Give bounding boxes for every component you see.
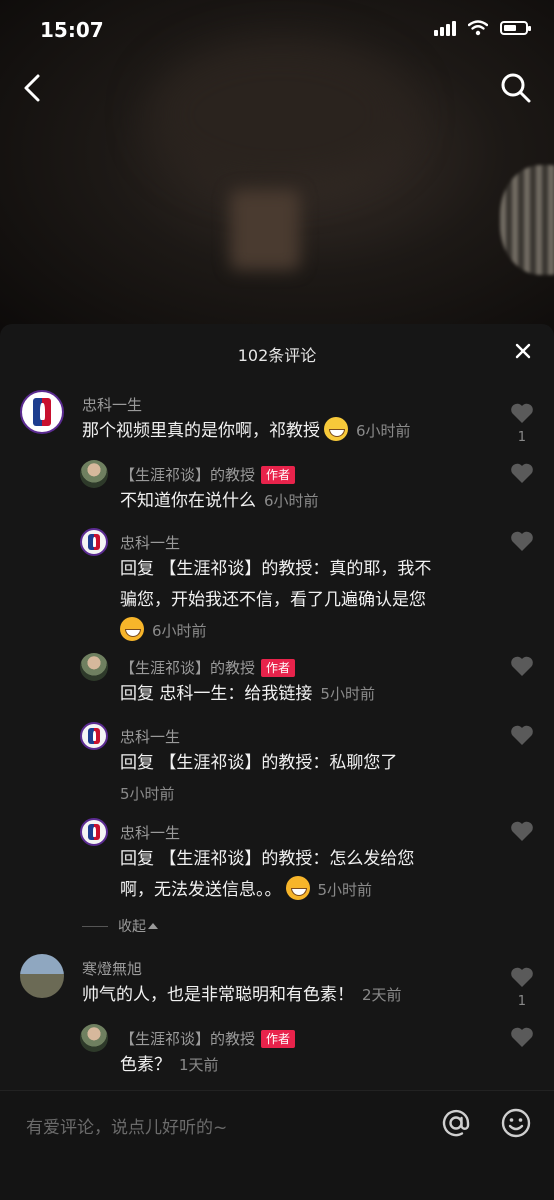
like-count: 1 <box>517 994 526 1009</box>
comment-body-line: 啊，无法发送信息。。 <box>120 880 282 900</box>
emoji-icon[interactable] <box>500 1107 532 1139</box>
comment-body-line: 回复 【生涯祁谈】的教授：真的耶，我不 <box>120 559 432 579</box>
collapse-label[interactable]: 收起 <box>118 916 146 936</box>
comment-item[interactable]: 忠科一生 那个视频里真的是你啊，祁教授 6小时前 1 <box>0 390 554 460</box>
status-bar: 15:07 <box>0 0 554 60</box>
reply-item[interactable]: 忠科一生 回复 【生涯祁谈】的教授：怎么发给您 啊，无法发送信息。。 5小时前 <box>0 816 554 906</box>
comment-input-bar: 有爱评论，说点儿好听的~ <box>0 1090 554 1200</box>
collapse-replies-button[interactable]: 收起 <box>82 916 158 936</box>
comment-body: 回复 【生涯祁谈】的教授：私聊您了 <box>120 753 398 773</box>
status-time: 15:07 <box>40 18 104 42</box>
heart-icon[interactable] <box>510 966 534 988</box>
avatar[interactable] <box>80 460 108 488</box>
author-badge: 作者 <box>261 1030 296 1048</box>
reply-item[interactable]: 忠科一生 回复 【生涯祁谈】的教授：真的耶，我不 骗您，开始我还不信，看了几遍确… <box>0 526 554 641</box>
signal-icon <box>434 20 456 36</box>
comment-body: 帅气的人，也是非常聪明和有色素！ <box>82 985 354 1005</box>
comment-body: 色素？ <box>120 1055 171 1075</box>
comment-author[interactable]: 忠科一生 <box>82 394 142 415</box>
comment-author[interactable]: 忠科一生 <box>120 822 180 843</box>
avatar[interactable] <box>80 1024 108 1052</box>
comment-time: 2天前 <box>362 986 402 1004</box>
comment-author[interactable]: 忠科一生 <box>120 532 180 553</box>
avatar[interactable] <box>80 653 108 681</box>
comment-input[interactable]: 有爱评论，说点儿好听的~ <box>26 1113 227 1138</box>
comment-author[interactable]: 【生涯祁谈】的教授 作者 <box>120 464 296 485</box>
heart-icon[interactable] <box>510 402 534 424</box>
comment-text: 回复 【生涯祁谈】的教授：私聊您了 5小时前 <box>120 748 460 810</box>
comment-time: 6小时前 <box>152 622 207 640</box>
comment-text: 不知道你在说什么 6小时前 <box>120 486 319 517</box>
avatar[interactable] <box>80 818 108 846</box>
caret-up-icon <box>148 923 158 929</box>
heart-icon[interactable] <box>510 655 534 677</box>
collapse-divider <box>82 925 108 927</box>
search-icon[interactable] <box>498 70 534 106</box>
comment-text: 回复 忠科一生：给我链接 5小时前 <box>120 679 375 710</box>
sheet-header: 102条评论 <box>0 324 554 380</box>
comment-text: 那个视频里真的是你啊，祁教授 6小时前 <box>82 416 411 447</box>
close-icon[interactable] <box>512 340 534 362</box>
comment-body-line: 骗您，开始我还不信，看了几遍确认是您 <box>120 590 426 610</box>
author-badge: 作者 <box>261 659 296 677</box>
comment-author[interactable]: 忠科一生 <box>120 726 180 747</box>
comment-time: 6小时前 <box>264 492 319 510</box>
like-count: 1 <box>517 430 526 445</box>
comment-body: 那个视频里真的是你啊，祁教授 <box>82 421 320 441</box>
comment-time: 1天前 <box>179 1056 219 1074</box>
comment-time: 6小时前 <box>356 422 411 440</box>
reply-item[interactable]: 【生涯祁谈】的教授 作者 色素？ 1天前 <box>0 1022 554 1082</box>
author-name[interactable]: 【生涯祁谈】的教授 <box>120 659 255 677</box>
heart-icon[interactable] <box>510 724 534 746</box>
heart-icon[interactable] <box>510 462 534 484</box>
author-name[interactable]: 【生涯祁谈】的教授 <box>120 1030 255 1048</box>
comment-time: 5小时前 <box>120 785 175 803</box>
rofl-face-icon <box>285 876 310 900</box>
comments-sheet: 102条评论 忠科一生 那个视频里真的是你啊，祁教授 6小时前 1 【生涯祁谈】的… <box>0 324 554 1090</box>
comment-text: 回复 【生涯祁谈】的教授：怎么发给您 啊，无法发送信息。。 5小时前 <box>120 844 500 906</box>
comment-body: 回复 忠科一生：给我链接 <box>120 684 313 704</box>
comment-time: 5小时前 <box>317 881 373 899</box>
reply-item[interactable]: 【生涯祁谈】的教授 作者 回复 忠科一生：给我链接 5小时前 <box>0 651 554 711</box>
comment-text: 色素？ 1天前 <box>120 1050 219 1081</box>
wifi-icon <box>468 20 488 36</box>
avatar[interactable] <box>80 722 108 750</box>
comment-author[interactable]: 【生涯祁谈】的教授 作者 <box>120 657 296 678</box>
comment-author[interactable]: 寒燈無旭 <box>82 958 142 979</box>
comment-item[interactable]: 寒燈無旭 帅气的人，也是非常聪明和有色素！ 2天前 1 <box>0 954 554 1024</box>
heart-icon[interactable] <box>510 530 534 552</box>
at-mention-icon[interactable] <box>440 1107 472 1139</box>
comment-body-line: 回复 【生涯祁谈】的教授：怎么发给您 <box>120 849 415 869</box>
battery-icon <box>500 21 531 35</box>
author-name[interactable]: 【生涯祁谈】的教授 <box>120 466 255 484</box>
back-icon[interactable] <box>18 70 48 106</box>
heart-icon[interactable] <box>510 820 534 842</box>
author-badge: 作者 <box>261 466 296 484</box>
comment-count-title: 102条评论 <box>237 346 317 365</box>
avatar[interactable] <box>80 528 108 556</box>
grinning-face-icon <box>324 417 348 441</box>
heart-icon[interactable] <box>510 1026 534 1048</box>
comment-time: 5小时前 <box>320 685 375 703</box>
comment-author[interactable]: 【生涯祁谈】的教授 作者 <box>120 1028 296 1049</box>
comment-text: 回复 【生涯祁谈】的教授：真的耶，我不 骗您，开始我还不信，看了几遍确认是您 6… <box>120 554 500 647</box>
comment-text: 帅气的人，也是非常聪明和有色素！ 2天前 <box>82 980 402 1011</box>
avatar[interactable] <box>20 390 64 434</box>
comment-body: 不知道你在说什么 <box>120 491 256 511</box>
reply-item[interactable]: 忠科一生 回复 【生涯祁谈】的教授：私聊您了 5小时前 <box>0 720 554 810</box>
rofl-face-icon <box>120 617 144 641</box>
reply-item[interactable]: 【生涯祁谈】的教授 作者 不知道你在说什么 6小时前 <box>0 458 554 518</box>
avatar[interactable] <box>20 954 64 998</box>
